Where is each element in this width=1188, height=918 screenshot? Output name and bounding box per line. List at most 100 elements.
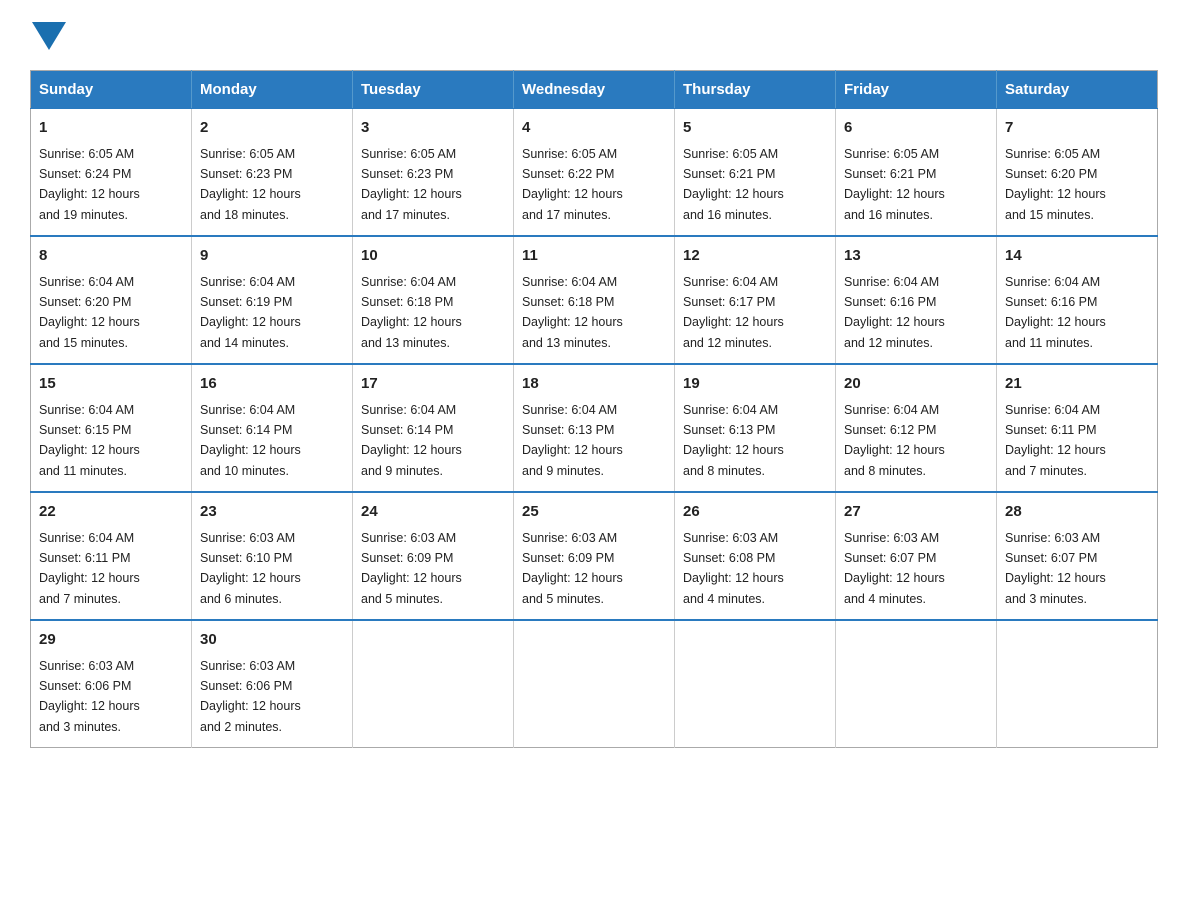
day-info: Sunrise: 6:05 AMSunset: 6:24 PMDaylight:… (39, 147, 140, 222)
calendar-cell: 26 Sunrise: 6:03 AMSunset: 6:08 PMDaylig… (675, 492, 836, 620)
calendar-week-row: 22 Sunrise: 6:04 AMSunset: 6:11 PMDaylig… (31, 492, 1158, 620)
calendar-cell: 11 Sunrise: 6:04 AMSunset: 6:18 PMDaylig… (514, 236, 675, 364)
day-number: 28 (1005, 501, 1149, 524)
day-number: 14 (1005, 245, 1149, 268)
day-info: Sunrise: 6:03 AMSunset: 6:06 PMDaylight:… (39, 659, 140, 734)
calendar-cell: 3 Sunrise: 6:05 AMSunset: 6:23 PMDayligh… (353, 109, 514, 237)
day-info: Sunrise: 6:04 AMSunset: 6:18 PMDaylight:… (522, 275, 623, 350)
day-info: Sunrise: 6:04 AMSunset: 6:16 PMDaylight:… (1005, 275, 1106, 350)
day-number: 8 (39, 245, 183, 268)
calendar-cell (514, 620, 675, 748)
calendar-cell: 4 Sunrise: 6:05 AMSunset: 6:22 PMDayligh… (514, 109, 675, 237)
day-info: Sunrise: 6:03 AMSunset: 6:10 PMDaylight:… (200, 531, 301, 606)
day-info: Sunrise: 6:04 AMSunset: 6:20 PMDaylight:… (39, 275, 140, 350)
calendar-cell: 23 Sunrise: 6:03 AMSunset: 6:10 PMDaylig… (192, 492, 353, 620)
calendar-table: SundayMondayTuesdayWednesdayThursdayFrid… (30, 70, 1158, 748)
day-number: 25 (522, 501, 666, 524)
day-number: 10 (361, 245, 505, 268)
day-number: 1 (39, 117, 183, 140)
calendar-week-row: 8 Sunrise: 6:04 AMSunset: 6:20 PMDayligh… (31, 236, 1158, 364)
calendar-cell: 30 Sunrise: 6:03 AMSunset: 6:06 PMDaylig… (192, 620, 353, 748)
calendar-cell: 7 Sunrise: 6:05 AMSunset: 6:20 PMDayligh… (997, 109, 1158, 237)
day-number: 27 (844, 501, 988, 524)
day-info: Sunrise: 6:04 AMSunset: 6:11 PMDaylight:… (39, 531, 140, 606)
day-info: Sunrise: 6:04 AMSunset: 6:16 PMDaylight:… (844, 275, 945, 350)
day-number: 23 (200, 501, 344, 524)
calendar-cell: 13 Sunrise: 6:04 AMSunset: 6:16 PMDaylig… (836, 236, 997, 364)
calendar-cell: 12 Sunrise: 6:04 AMSunset: 6:17 PMDaylig… (675, 236, 836, 364)
calendar-cell: 5 Sunrise: 6:05 AMSunset: 6:21 PMDayligh… (675, 109, 836, 237)
calendar-cell: 24 Sunrise: 6:03 AMSunset: 6:09 PMDaylig… (353, 492, 514, 620)
calendar-cell: 9 Sunrise: 6:04 AMSunset: 6:19 PMDayligh… (192, 236, 353, 364)
weekday-header-saturday: Saturday (997, 71, 1158, 109)
weekday-header-sunday: Sunday (31, 71, 192, 109)
day-info: Sunrise: 6:03 AMSunset: 6:08 PMDaylight:… (683, 531, 784, 606)
day-info: Sunrise: 6:05 AMSunset: 6:23 PMDaylight:… (200, 147, 301, 222)
calendar-cell: 22 Sunrise: 6:04 AMSunset: 6:11 PMDaylig… (31, 492, 192, 620)
day-info: Sunrise: 6:04 AMSunset: 6:14 PMDaylight:… (200, 403, 301, 478)
weekday-header-monday: Monday (192, 71, 353, 109)
calendar-cell: 18 Sunrise: 6:04 AMSunset: 6:13 PMDaylig… (514, 364, 675, 492)
day-info: Sunrise: 6:03 AMSunset: 6:07 PMDaylight:… (1005, 531, 1106, 606)
weekday-header-friday: Friday (836, 71, 997, 109)
day-number: 29 (39, 629, 183, 652)
calendar-cell: 20 Sunrise: 6:04 AMSunset: 6:12 PMDaylig… (836, 364, 997, 492)
day-info: Sunrise: 6:04 AMSunset: 6:12 PMDaylight:… (844, 403, 945, 478)
day-info: Sunrise: 6:05 AMSunset: 6:21 PMDaylight:… (844, 147, 945, 222)
calendar-week-row: 29 Sunrise: 6:03 AMSunset: 6:06 PMDaylig… (31, 620, 1158, 748)
day-number: 9 (200, 245, 344, 268)
weekday-header-tuesday: Tuesday (353, 71, 514, 109)
day-info: Sunrise: 6:03 AMSunset: 6:07 PMDaylight:… (844, 531, 945, 606)
day-info: Sunrise: 6:03 AMSunset: 6:06 PMDaylight:… (200, 659, 301, 734)
calendar-cell: 15 Sunrise: 6:04 AMSunset: 6:15 PMDaylig… (31, 364, 192, 492)
calendar-cell: 6 Sunrise: 6:05 AMSunset: 6:21 PMDayligh… (836, 109, 997, 237)
calendar-cell: 8 Sunrise: 6:04 AMSunset: 6:20 PMDayligh… (31, 236, 192, 364)
day-info: Sunrise: 6:04 AMSunset: 6:18 PMDaylight:… (361, 275, 462, 350)
calendar-cell: 16 Sunrise: 6:04 AMSunset: 6:14 PMDaylig… (192, 364, 353, 492)
calendar-cell: 27 Sunrise: 6:03 AMSunset: 6:07 PMDaylig… (836, 492, 997, 620)
day-info: Sunrise: 6:03 AMSunset: 6:09 PMDaylight:… (522, 531, 623, 606)
day-number: 5 (683, 117, 827, 140)
calendar-cell: 28 Sunrise: 6:03 AMSunset: 6:07 PMDaylig… (997, 492, 1158, 620)
day-number: 4 (522, 117, 666, 140)
day-number: 26 (683, 501, 827, 524)
day-number: 15 (39, 373, 183, 396)
day-info: Sunrise: 6:04 AMSunset: 6:15 PMDaylight:… (39, 403, 140, 478)
day-number: 24 (361, 501, 505, 524)
calendar-cell (353, 620, 514, 748)
day-number: 19 (683, 373, 827, 396)
day-number: 22 (39, 501, 183, 524)
logo (30, 20, 66, 52)
day-number: 16 (200, 373, 344, 396)
calendar-cell (997, 620, 1158, 748)
day-info: Sunrise: 6:05 AMSunset: 6:20 PMDaylight:… (1005, 147, 1106, 222)
day-number: 12 (683, 245, 827, 268)
day-number: 17 (361, 373, 505, 396)
calendar-cell: 21 Sunrise: 6:04 AMSunset: 6:11 PMDaylig… (997, 364, 1158, 492)
day-number: 18 (522, 373, 666, 396)
day-number: 30 (200, 629, 344, 652)
day-info: Sunrise: 6:05 AMSunset: 6:22 PMDaylight:… (522, 147, 623, 222)
day-number: 2 (200, 117, 344, 140)
day-number: 11 (522, 245, 666, 268)
calendar-week-row: 15 Sunrise: 6:04 AMSunset: 6:15 PMDaylig… (31, 364, 1158, 492)
weekday-header-thursday: Thursday (675, 71, 836, 109)
day-number: 20 (844, 373, 988, 396)
calendar-cell: 1 Sunrise: 6:05 AMSunset: 6:24 PMDayligh… (31, 109, 192, 237)
day-info: Sunrise: 6:04 AMSunset: 6:19 PMDaylight:… (200, 275, 301, 350)
calendar-cell: 10 Sunrise: 6:04 AMSunset: 6:18 PMDaylig… (353, 236, 514, 364)
calendar-cell: 17 Sunrise: 6:04 AMSunset: 6:14 PMDaylig… (353, 364, 514, 492)
day-number: 6 (844, 117, 988, 140)
weekday-header-row: SundayMondayTuesdayWednesdayThursdayFrid… (31, 71, 1158, 109)
calendar-cell: 29 Sunrise: 6:03 AMSunset: 6:06 PMDaylig… (31, 620, 192, 748)
day-info: Sunrise: 6:04 AMSunset: 6:13 PMDaylight:… (522, 403, 623, 478)
calendar-cell: 14 Sunrise: 6:04 AMSunset: 6:16 PMDaylig… (997, 236, 1158, 364)
calendar-cell: 25 Sunrise: 6:03 AMSunset: 6:09 PMDaylig… (514, 492, 675, 620)
day-info: Sunrise: 6:03 AMSunset: 6:09 PMDaylight:… (361, 531, 462, 606)
calendar-week-row: 1 Sunrise: 6:05 AMSunset: 6:24 PMDayligh… (31, 109, 1158, 237)
day-info: Sunrise: 6:04 AMSunset: 6:11 PMDaylight:… (1005, 403, 1106, 478)
calendar-cell (675, 620, 836, 748)
day-info: Sunrise: 6:05 AMSunset: 6:23 PMDaylight:… (361, 147, 462, 222)
day-info: Sunrise: 6:04 AMSunset: 6:13 PMDaylight:… (683, 403, 784, 478)
weekday-header-wednesday: Wednesday (514, 71, 675, 109)
